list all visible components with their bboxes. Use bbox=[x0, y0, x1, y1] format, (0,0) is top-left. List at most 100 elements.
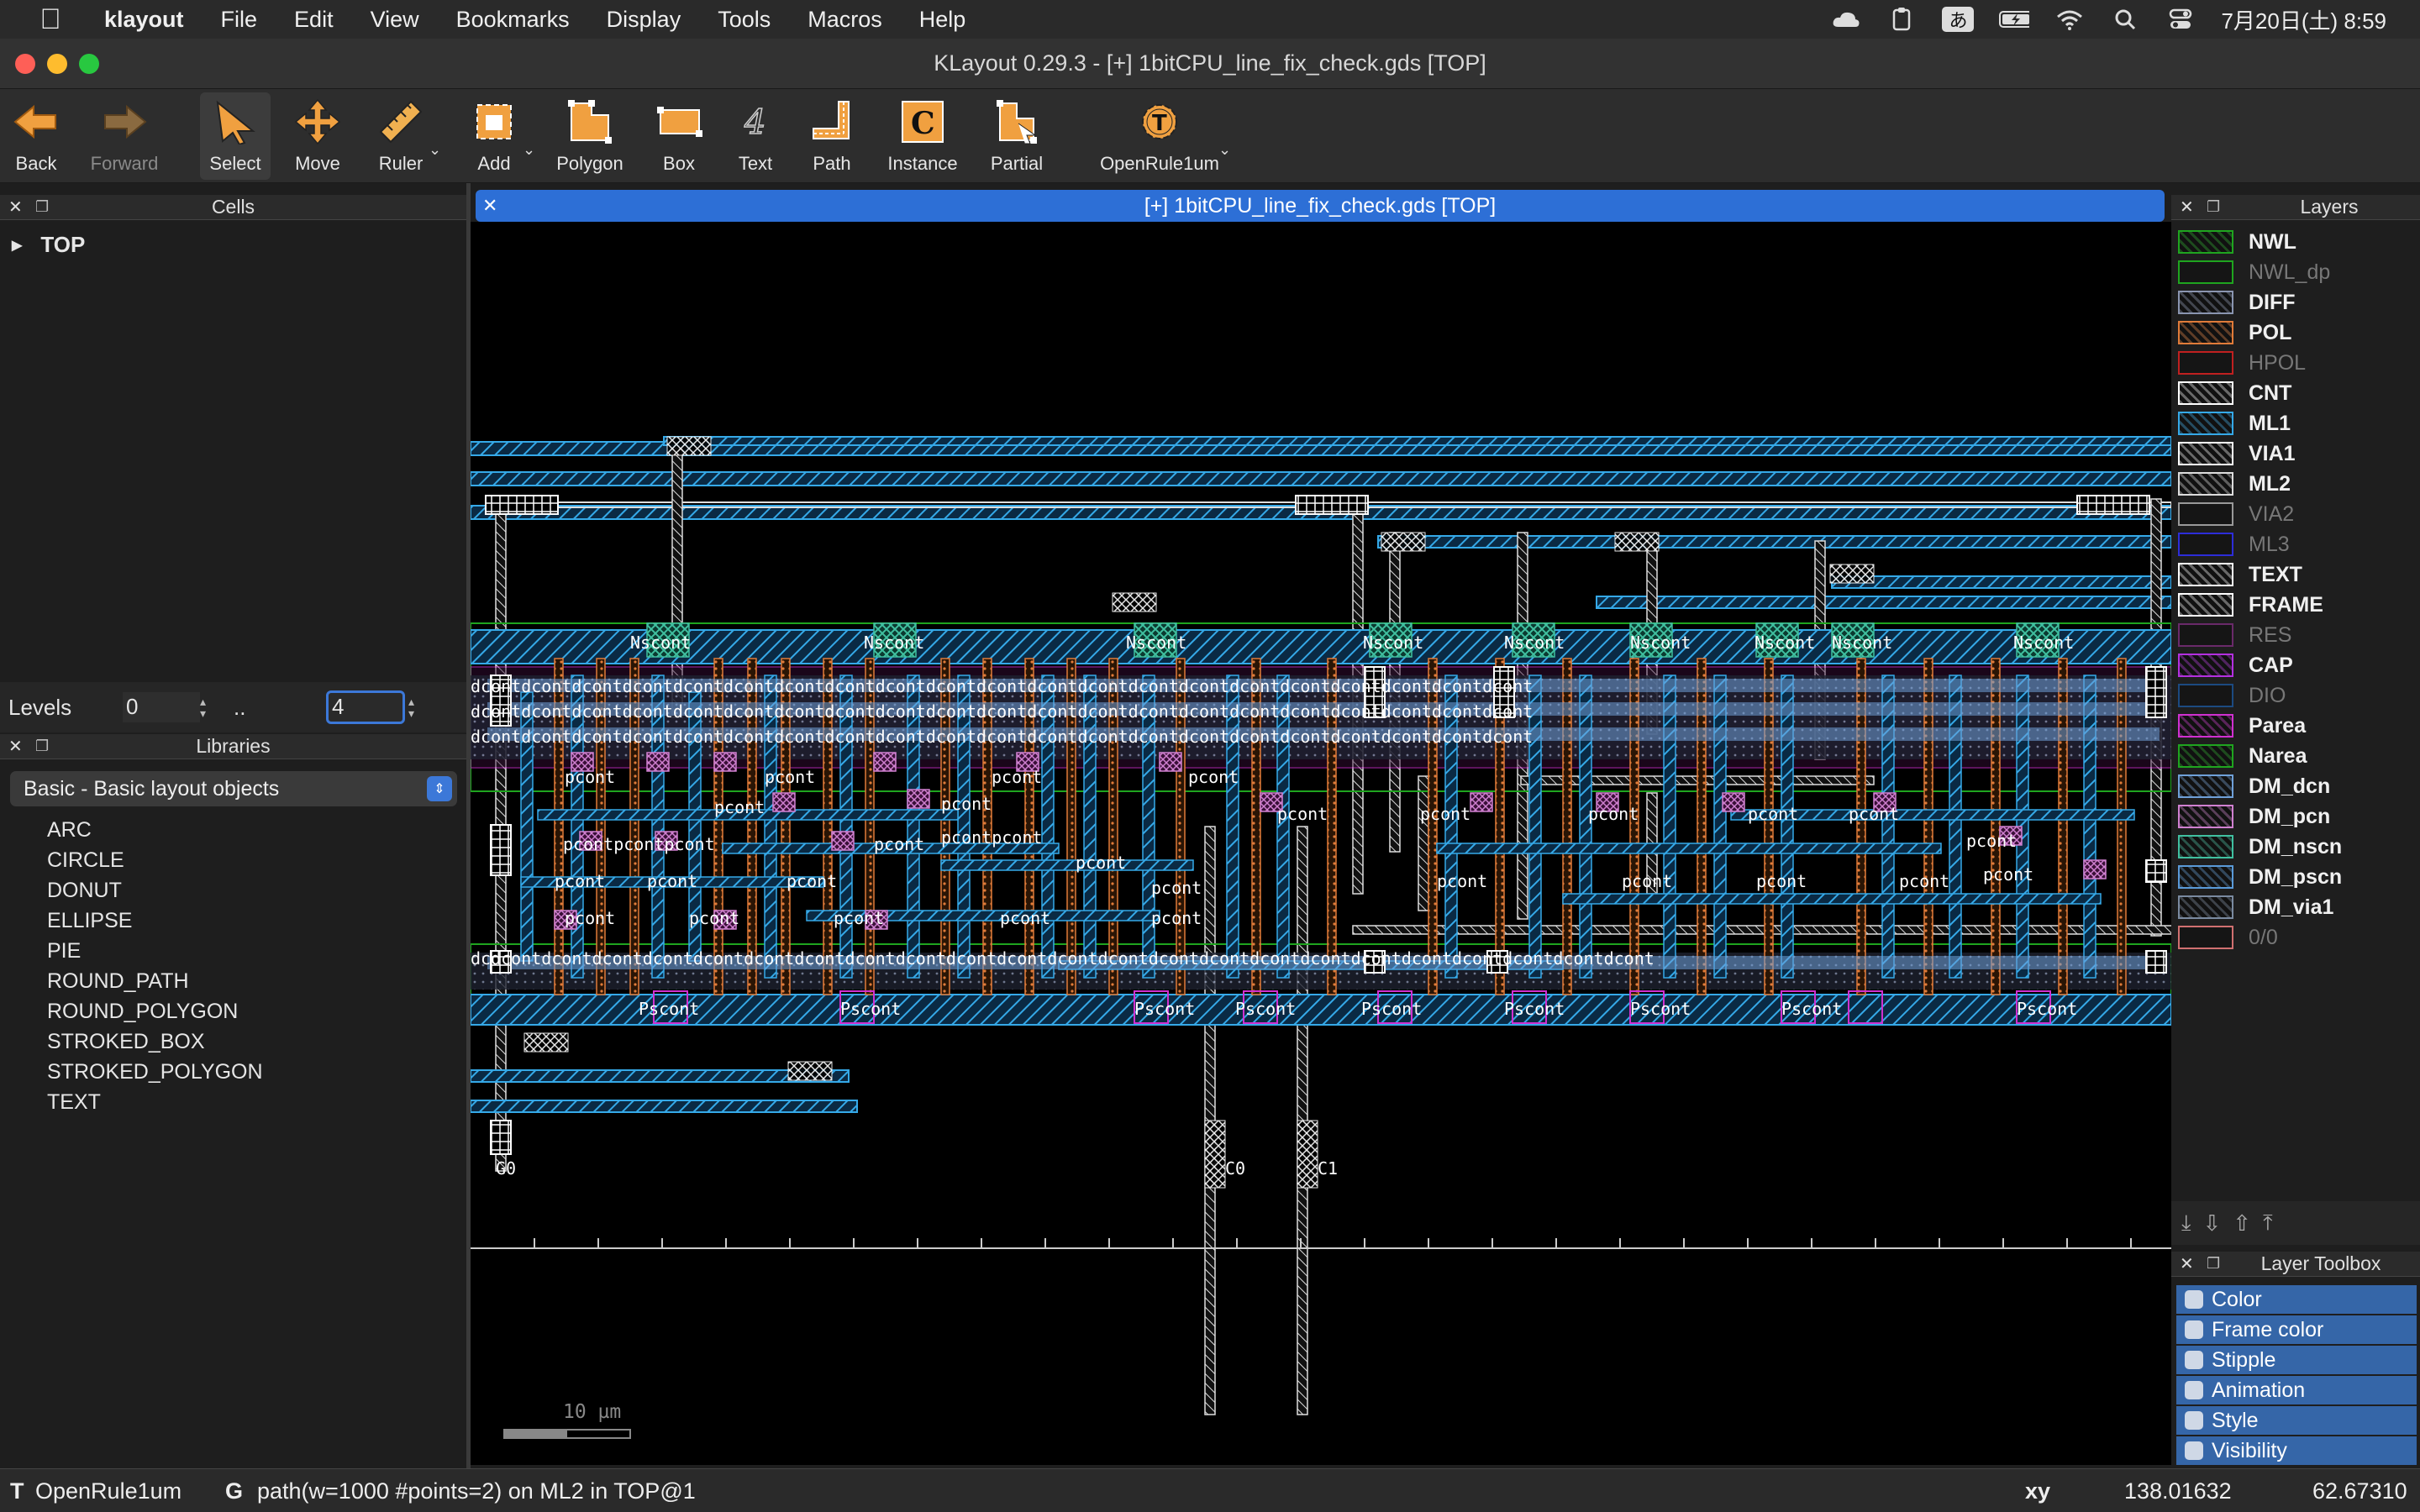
ruler-tool-button[interactable]: Ruler bbox=[370, 92, 432, 180]
close-window-button[interactable] bbox=[15, 54, 35, 74]
layer-row[interactable]: Parea bbox=[2178, 711, 2306, 741]
move-to-top-icon[interactable]: ⤒ bbox=[2263, 1210, 2273, 1236]
move-tool-button[interactable]: Move bbox=[284, 92, 351, 180]
library-item[interactable]: CIRCLE bbox=[47, 845, 263, 875]
layer-row[interactable]: POL bbox=[2178, 318, 2291, 348]
technology-dropdown-icon[interactable]: ⌄ bbox=[1218, 141, 1231, 159]
layer-row[interactable]: DM_via1 bbox=[2178, 892, 2333, 922]
layer-swatch[interactable] bbox=[2178, 230, 2233, 254]
menu-tools[interactable]: Tools bbox=[699, 7, 789, 33]
battery-icon[interactable] bbox=[1999, 8, 2030, 30]
layer-swatch[interactable] bbox=[2178, 472, 2233, 496]
layer-row[interactable]: ML1 bbox=[2178, 408, 2291, 438]
layer-swatch[interactable] bbox=[2178, 623, 2233, 647]
library-item[interactable]: STROKED_POLYGON bbox=[47, 1057, 263, 1087]
path-tool-button[interactable]: Path bbox=[802, 92, 862, 180]
library-item[interactable]: ELLIPSE bbox=[47, 906, 263, 936]
add-tool-button[interactable]: Add bbox=[464, 92, 524, 180]
menu-macros[interactable]: Macros bbox=[789, 7, 901, 33]
layer-swatch[interactable] bbox=[2178, 381, 2233, 405]
layer-row[interactable]: ML2 bbox=[2178, 469, 2291, 499]
apple-icon[interactable]:  bbox=[34, 3, 67, 36]
forward-button[interactable]: Forward bbox=[91, 92, 158, 180]
back-button[interactable]: Back bbox=[7, 92, 66, 180]
minimize-window-button[interactable] bbox=[47, 54, 67, 74]
layer-row[interactable]: NWL bbox=[2178, 227, 2296, 257]
layer-row[interactable]: FRAME bbox=[2178, 590, 2323, 620]
layer-swatch[interactable] bbox=[2178, 926, 2233, 949]
float-icon[interactable]: ❐ bbox=[2207, 198, 2220, 216]
layer-swatch[interactable] bbox=[2178, 774, 2233, 798]
layer-row[interactable]: Narea bbox=[2178, 741, 2307, 771]
layer-row[interactable]: ML3 bbox=[2178, 529, 2290, 559]
layer-swatch[interactable] bbox=[2178, 714, 2233, 738]
float-icon[interactable]: ❐ bbox=[35, 198, 49, 216]
library-item[interactable]: TEXT bbox=[47, 1087, 263, 1117]
move-down-icon[interactable]: ⇩ bbox=[2203, 1210, 2222, 1236]
partial-tool-button[interactable]: Partial bbox=[983, 92, 1050, 180]
library-item[interactable]: ROUND_PATH bbox=[47, 966, 263, 996]
layer-swatch[interactable] bbox=[2178, 412, 2233, 435]
menu-bookmarks[interactable]: Bookmarks bbox=[438, 7, 588, 33]
control-center-icon[interactable] bbox=[2165, 8, 2196, 30]
layer-swatch[interactable] bbox=[2178, 895, 2233, 919]
checkbox[interactable] bbox=[2185, 1441, 2203, 1460]
toolbox-animation[interactable]: Animation bbox=[2176, 1376, 2417, 1404]
layout-canvas[interactable]: G0 C0 C1 pcont pcont pcont pcont pcont pcont pc… bbox=[470, 222, 2194, 1465]
layer-swatch[interactable] bbox=[2178, 291, 2233, 314]
zoom-window-button[interactable] bbox=[79, 54, 99, 74]
toolbox-stipple[interactable]: Stipple bbox=[2176, 1346, 2417, 1374]
layer-swatch[interactable] bbox=[2178, 744, 2233, 768]
layer-row[interactable]: DM_nscn bbox=[2178, 832, 2342, 862]
text-tool-button[interactable]: 4 Text bbox=[731, 92, 780, 180]
expand-arrow-icon[interactable]: ▶ bbox=[12, 237, 22, 254]
library-item[interactable]: ARC bbox=[47, 815, 263, 845]
layer-swatch[interactable] bbox=[2178, 321, 2233, 344]
layer-swatch[interactable] bbox=[2178, 865, 2233, 889]
cloud-icon[interactable] bbox=[1831, 8, 1861, 30]
library-select[interactable]: Basic - Basic layout objects ⇕ bbox=[10, 771, 457, 806]
move-up-icon[interactable]: ⇧ bbox=[2233, 1210, 2251, 1236]
layout-drawing[interactable]: G0 C0 C1 pcont pcont pcont pcont pcont pcont pc… bbox=[470, 222, 2194, 1465]
toolbox-visibility[interactable]: Visibility bbox=[2176, 1436, 2417, 1465]
menu-display[interactable]: Display bbox=[588, 7, 700, 33]
layer-row[interactable]: VIA2 bbox=[2178, 499, 2294, 529]
technology-button[interactable]: T OpenRule1um bbox=[1092, 92, 1227, 180]
cell-tree-item-top[interactable]: ▶ TOP bbox=[12, 232, 85, 258]
close-icon[interactable]: ✕ bbox=[8, 197, 23, 218]
layer-swatch[interactable] bbox=[2178, 563, 2233, 586]
levels-from-input[interactable]: 0 bbox=[123, 692, 200, 722]
layer-row[interactable]: 0/0 bbox=[2178, 922, 2278, 953]
layer-swatch[interactable] bbox=[2178, 351, 2233, 375]
clipboard-icon[interactable] bbox=[1886, 8, 1917, 31]
polygon-tool-button[interactable]: Polygon bbox=[555, 92, 625, 180]
levels-from-stepper[interactable]: ▴ ▾ bbox=[200, 696, 217, 719]
layer-swatch[interactable] bbox=[2178, 593, 2233, 617]
checkbox[interactable] bbox=[2185, 1351, 2203, 1369]
layout-tab[interactable]: ✕ [+] 1bitCPU_line_fix_check.gds [TOP] bbox=[476, 190, 2165, 222]
close-icon[interactable]: ✕ bbox=[2180, 1253, 2194, 1274]
close-icon[interactable]: ✕ bbox=[8, 736, 23, 757]
layer-swatch[interactable] bbox=[2178, 502, 2233, 526]
layer-row[interactable]: VIA1 bbox=[2178, 438, 2296, 469]
checkbox[interactable] bbox=[2185, 1381, 2203, 1399]
box-tool-button[interactable]: Box bbox=[647, 92, 711, 180]
layer-row[interactable]: NWL_dp bbox=[2178, 257, 2330, 287]
layer-swatch[interactable] bbox=[2178, 442, 2233, 465]
search-icon[interactable] bbox=[2110, 8, 2140, 30]
technology-status[interactable]: OpenRule1um bbox=[35, 1478, 182, 1504]
menu-help[interactable]: Help bbox=[901, 7, 985, 33]
ruler-dropdown-icon[interactable]: ⌄ bbox=[429, 141, 441, 159]
toolbox-color[interactable]: Color bbox=[2176, 1285, 2417, 1314]
layer-swatch[interactable] bbox=[2178, 533, 2233, 556]
layer-row[interactable]: RES bbox=[2178, 620, 2291, 650]
layer-row[interactable]: DIFF bbox=[2178, 287, 2296, 318]
levels-to-input[interactable]: 4 bbox=[326, 690, 405, 724]
layer-swatch[interactable] bbox=[2178, 684, 2233, 707]
layer-row[interactable]: CNT bbox=[2178, 378, 2291, 408]
float-icon[interactable]: ❐ bbox=[2207, 1255, 2220, 1273]
layer-row[interactable]: CAP bbox=[2178, 650, 2293, 680]
instance-tool-button[interactable]: C Instance bbox=[882, 92, 963, 180]
layer-row[interactable]: DM_pcn bbox=[2178, 801, 2330, 832]
layer-row[interactable]: DIO bbox=[2178, 680, 2286, 711]
